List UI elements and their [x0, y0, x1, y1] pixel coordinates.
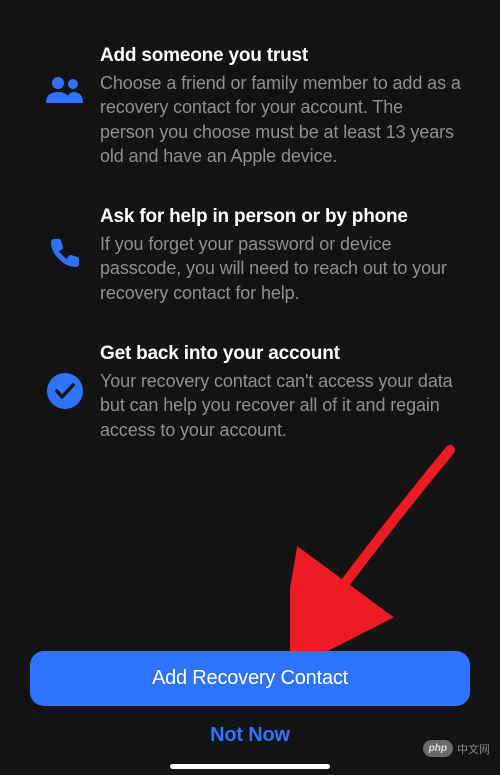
- arrow-annotation: [290, 445, 470, 660]
- section-desc: Choose a friend or family member to add …: [100, 71, 462, 168]
- info-row-get-back: Get back into your account Your recovery…: [30, 343, 470, 442]
- section-desc: Your recovery contact can't access your …: [100, 369, 462, 442]
- checkmark-circle-icon: [30, 343, 100, 409]
- info-row-ask-help: Ask for help in person or by phone If yo…: [30, 206, 470, 305]
- people-icon: [30, 45, 100, 105]
- watermark-badge: php: [423, 740, 453, 757]
- section-title: Get back into your account: [100, 343, 462, 365]
- watermark: php 中文网: [423, 740, 490, 757]
- section-title: Add someone you trust: [100, 45, 462, 67]
- info-row-trust: Add someone you trust Choose a friend or…: [30, 45, 470, 168]
- section-title: Ask for help in person or by phone: [100, 206, 462, 228]
- section-desc: If you forget your password or device pa…: [100, 232, 462, 305]
- watermark-text: 中文网: [457, 741, 490, 757]
- home-indicator: [170, 764, 330, 769]
- phone-icon: [30, 206, 100, 270]
- add-recovery-contact-button[interactable]: Add Recovery Contact: [30, 651, 470, 706]
- info-sections: Add someone you trust Choose a friend or…: [0, 0, 500, 442]
- not-now-button[interactable]: Not Now: [30, 706, 470, 757]
